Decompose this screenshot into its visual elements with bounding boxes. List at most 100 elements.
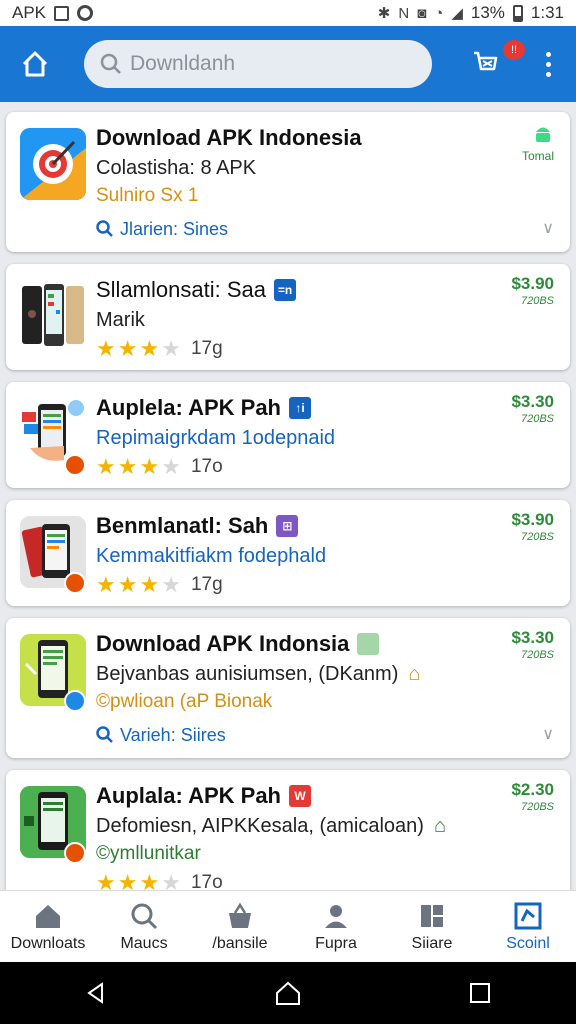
app-subtitle: Defomiesn, AIPKKesala, (amicaloan) ⌂ xyxy=(96,812,558,840)
price: $3.90 xyxy=(511,510,554,529)
price: $3.30 xyxy=(511,628,554,647)
bottom-navigation: Downloats Maucs /bansile Fupra Siiare Sc… xyxy=(0,890,576,962)
cart-badge: !! xyxy=(503,40,525,60)
search-placeholder: Downldanh xyxy=(130,52,236,75)
star-icon: ★ xyxy=(96,454,116,479)
price-tag[interactable]: $3.90 720BS xyxy=(511,510,554,544)
home-system-button[interactable] xyxy=(258,968,318,1018)
app-subtitle: Kemmakitfiakm fodephald xyxy=(96,545,327,567)
search-input[interactable]: Downldanh xyxy=(84,40,432,88)
price-secondary: 720BS xyxy=(520,649,554,661)
price-tag[interactable]: $2.30 720BS xyxy=(511,780,554,814)
app-title: Download APK Indonsia xyxy=(96,630,558,658)
home-small-icon: ⌂ xyxy=(408,663,421,685)
overflow-menu-button[interactable] xyxy=(536,44,560,84)
app-card[interactable]: Auplala: APK Pah W Defomiesn, AIPKKesala… xyxy=(6,770,570,890)
nav-basket[interactable]: /bansile xyxy=(192,891,288,962)
search-icon xyxy=(100,53,121,74)
app-title: Benmlanatl: Sah ⊞ xyxy=(96,512,558,540)
menu-dot-icon xyxy=(545,61,551,67)
nav-downloads[interactable]: Downloats xyxy=(0,891,96,962)
price: $3.90 xyxy=(511,274,554,293)
recents-button[interactable] xyxy=(450,968,510,1018)
app-title: Auplala: APK Pah W xyxy=(96,782,558,810)
star-icon: ★ xyxy=(117,336,138,361)
app-subtitle: Colastisha: 8 APK xyxy=(96,157,257,179)
price-secondary: 720BS xyxy=(520,295,554,307)
app-card[interactable]: Auplela: APK Pah ↑i Repimaigrkdam 1odepn… xyxy=(6,382,570,488)
nav-label: Maucs xyxy=(120,934,168,952)
price-tag[interactable]: $3.90 720BS xyxy=(511,274,554,308)
system-navigation xyxy=(0,962,576,1024)
star-icon: ★ xyxy=(117,572,138,597)
search-icon xyxy=(96,220,113,237)
home-button[interactable] xyxy=(10,39,60,89)
app-card[interactable]: Download APK Indonsia Bejvanbas aunisium… xyxy=(6,618,570,758)
app-meta[interactable]: Varieh: Siires xyxy=(96,722,558,748)
check-badge-icon xyxy=(64,842,86,864)
star-icon: ★ xyxy=(96,572,116,597)
recents-icon xyxy=(470,983,490,1003)
star-icon: ★ xyxy=(96,336,116,361)
platform-label: Tomal xyxy=(521,149,554,163)
nav-share[interactable]: Siiare xyxy=(384,891,480,962)
clock: 1:31 xyxy=(530,3,564,22)
app-thumbnail xyxy=(20,280,86,352)
star-empty-icon: ★ xyxy=(161,454,181,479)
star-icon: ★ xyxy=(139,454,160,479)
app-card[interactable]: Sllamlonsati: Saa =n Marik ★ ★ ★ ★ 17g $3.9… xyxy=(6,264,570,370)
nav-profile[interactable]: Fupra xyxy=(288,891,384,962)
menu-dot-icon xyxy=(545,51,551,57)
basket-icon xyxy=(229,902,251,928)
chevron-down-icon[interactable]: ∨ xyxy=(542,724,554,744)
app-card[interactable]: Download APK Indonesia Colastisha: 8 APK… xyxy=(6,112,570,252)
battery-icon xyxy=(512,4,523,22)
check-badge-icon xyxy=(64,454,86,476)
price-tag[interactable]: $3.30 720BS xyxy=(511,628,554,662)
star-empty-icon: ★ xyxy=(161,336,181,361)
camera-icon: ◙ xyxy=(417,4,427,22)
app-title: Download APK Indonesia xyxy=(96,125,362,150)
home-icon xyxy=(276,981,300,1005)
star-empty-icon: ★ xyxy=(161,870,181,890)
home-small-icon: ⌂ xyxy=(433,815,447,837)
app-developer: ©ymllunitkar xyxy=(96,843,201,864)
rating-count: 17g xyxy=(190,338,223,359)
star-icon: ★ xyxy=(117,870,138,890)
android-icon xyxy=(536,127,550,142)
app-developer: ©pwlioan (aP Bionak xyxy=(96,691,273,712)
wifi-icon: ◔ xyxy=(434,4,444,22)
person-icon xyxy=(325,904,347,928)
grid-icon xyxy=(421,904,443,927)
rating-count: 17o xyxy=(190,872,223,890)
app-subtitle: Repimaigrkdam 1odepnaid xyxy=(96,427,336,449)
nav-label: Fupra xyxy=(315,934,357,952)
rating-count: 17o xyxy=(190,456,223,477)
rating-stars: ★ ★ ★ ★ 17o xyxy=(96,454,558,480)
nav-settings[interactable]: Scoinl xyxy=(480,891,576,962)
rating-stars: ★ ★ ★ ★ 17o xyxy=(96,870,558,890)
nav-label: /bansile xyxy=(212,934,268,952)
price: $2.30 xyxy=(511,780,554,799)
back-button[interactable] xyxy=(66,968,126,1018)
star-icon: ★ xyxy=(96,870,116,890)
app-meta[interactable]: Jlarien: Sines xyxy=(96,216,558,242)
chevron-down-icon[interactable]: ∨ xyxy=(542,218,554,238)
price-secondary: 720BS xyxy=(520,413,554,425)
avatar-icon xyxy=(357,633,380,655)
price-tag[interactable]: $3.30 720BS xyxy=(511,392,554,426)
screen-icon xyxy=(514,902,542,929)
app-tag-icon: W xyxy=(289,785,311,807)
app-subtitle: Marik xyxy=(96,309,145,331)
cart-button[interactable] xyxy=(462,40,508,86)
app-subtitle: Bejvanbas aunisiumsen, (DKanm) ⌂ xyxy=(96,660,558,688)
star-empty-icon: ★ xyxy=(161,572,181,597)
cart-icon xyxy=(474,51,498,71)
star-icon: ★ xyxy=(117,454,138,479)
app-card[interactable]: Benmlanatl: Sah ⊞ Kemmakitfiakm fodephal… xyxy=(6,500,570,606)
star-icon: ★ xyxy=(139,572,160,597)
nav-search[interactable]: Maucs xyxy=(96,891,192,962)
price: $3.30 xyxy=(511,392,554,411)
app-bar: Downldanh !! xyxy=(0,26,576,102)
check-badge-icon xyxy=(64,690,86,712)
